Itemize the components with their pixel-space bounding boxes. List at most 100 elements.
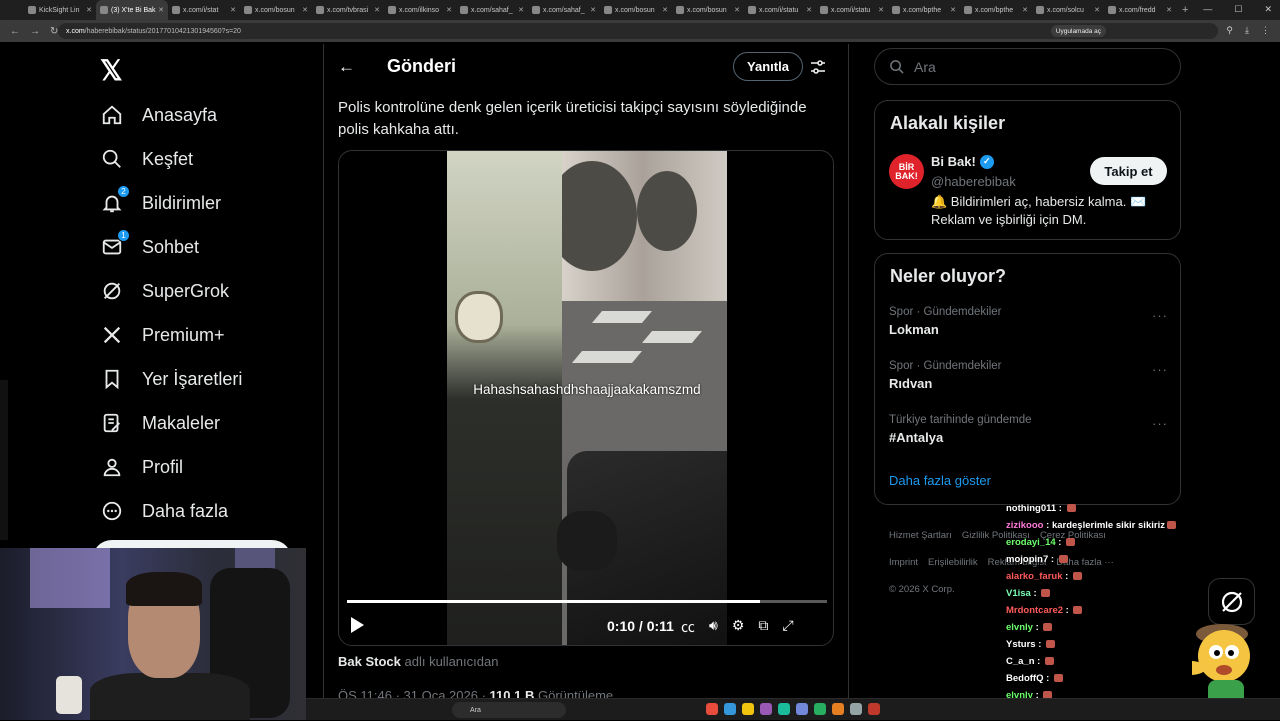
tab-close-icon[interactable]: ✕ [230,6,236,14]
browser-tab[interactable]: x.com/bosun ✕ [240,0,312,20]
tab-close-icon[interactable]: ✕ [734,6,740,14]
tab-close-icon[interactable]: ✕ [374,6,380,14]
extensions-icon[interactable]: ⚲ [1226,25,1233,36]
tab-close-icon[interactable]: ✕ [1022,6,1028,14]
footer-link[interactable]: Hizmet Şartları [889,530,952,541]
app-icon[interactable] [724,703,736,715]
app-icon[interactable] [760,703,772,715]
nav-item-6[interactable]: Premium+ [100,323,225,347]
crosswalk-stripe [591,311,653,323]
open-in-app-button[interactable]: Uygulamada aç [1050,25,1106,37]
browser-tab[interactable]: x.com/bpthe ✕ [888,0,960,20]
chat-user: V1isa [1006,588,1031,599]
app-icon[interactable] [796,703,808,715]
tab-label: x.com/solcu [1047,6,1084,14]
more-dots-icon[interactable]: ··· [1152,362,1168,377]
tab-close-icon[interactable]: ✕ [662,6,668,14]
browser-tab[interactable]: x.com/solcu ✕ [1032,0,1104,20]
nav-item-7[interactable]: Yer İşaretleri [100,367,242,391]
browser-tab[interactable]: x.com/bosun ✕ [600,0,672,20]
browser-tab[interactable]: x.com/fredd ✕ [1104,0,1176,20]
browser-tab[interactable]: x.com/i/statu ✕ [816,0,888,20]
browser-tab[interactable]: x.com/bosun ✕ [672,0,744,20]
play-icon[interactable] [351,617,364,633]
nav-item-9[interactable]: Profil [100,455,183,479]
trend-item[interactable]: Spor · Gündemdekiler Lokman [889,306,1149,337]
emote-icon [1072,572,1082,581]
nav-item-3[interactable]: 2 Bildirimler [100,185,221,215]
app-icon[interactable] [850,703,862,715]
taskbar-search[interactable]: Ara [452,702,566,718]
nav-item-5[interactable]: SuperGrok [100,279,229,303]
related-handle[interactable]: @haberebibak [931,174,1016,189]
nav-item-8[interactable]: Makaleler [100,411,220,435]
app-icon[interactable] [778,703,790,715]
browser-tab[interactable]: x.com/tvbrasi ✕ [312,0,384,20]
nav-item-10[interactable]: Daha fazla [100,499,228,523]
nav-item-4[interactable]: 1 Sohbet [100,229,199,259]
tab-close-icon[interactable]: ✕ [518,6,524,14]
footer-link[interactable]: Imprint [889,557,918,568]
reply-button[interactable]: Yanıtla [733,52,803,81]
browser-tab[interactable]: (3) X'te Bi Bak ✕ [96,0,168,20]
page-title: Gönderi [387,56,457,76]
tab-close-icon[interactable]: ✕ [1166,6,1172,14]
tab-close-icon[interactable]: ✕ [590,6,596,14]
browser-tab[interactable]: KickSight Lin ✕ [24,0,96,20]
browser-tab[interactable]: x.com/sahaf_ ✕ [456,0,528,20]
app-icon[interactable] [742,703,754,715]
window-controls[interactable]: — ☐ ✕ [1203,4,1272,15]
url-field[interactable]: x.com/haberebibak/status/201770104213019… [58,23,1218,39]
home-icon [100,103,124,127]
show-more-link[interactable]: Daha fazla göster [889,473,991,488]
tab-close-icon[interactable]: ✕ [446,6,452,14]
app-icon[interactable] [814,703,826,715]
more-dots-icon[interactable]: ··· [1152,416,1168,431]
app-icon[interactable] [868,703,880,715]
gear-icon[interactable]: ⚙ [732,617,745,637]
tab-close-icon[interactable]: ✕ [878,6,884,14]
app-icon[interactable] [832,703,844,715]
tab-close-icon[interactable]: ✕ [302,6,308,14]
browser-tab[interactable]: x.com/ilkinso ✕ [384,0,456,20]
download-icon[interactable]: ⤓ [1245,25,1249,36]
video-player[interactable]: Hahashsahashdhshaajjaakakamszmd 0:10 / 0… [338,150,834,646]
new-tab-icon[interactable]: + [1182,4,1188,16]
volume-icon[interactable]: 🔊︎ [709,617,718,637]
fullscreen-icon[interactable]: ⤢ [782,617,793,637]
tab-close-icon[interactable]: ✕ [950,6,956,14]
app-icon[interactable] [706,703,718,715]
mascot-sticker [1174,612,1258,712]
back-icon[interactable]: ← [10,26,20,37]
nav-item-1[interactable]: Anasayfa [100,103,217,127]
related-name[interactable]: Bi Bak! ✓ [931,154,994,169]
avatar[interactable]: BİR BAK! [889,154,924,189]
side-strip [0,380,8,540]
attribution-name[interactable]: Bak Stock [338,654,401,669]
tab-close-icon[interactable]: ✕ [158,6,164,14]
search-input[interactable]: Ara [874,48,1181,85]
browser-tab[interactable]: x.com/i/statu ✕ [744,0,816,20]
browser-tab[interactable]: x.com/bpthe ✕ [960,0,1032,20]
tab-close-icon[interactable]: ✕ [86,6,92,14]
tab-close-icon[interactable]: ✕ [1094,6,1100,14]
captions-icon[interactable]: ㏄ [681,617,695,637]
settings-sliders-icon[interactable] [809,58,827,81]
chat-user: BedoffQ [1006,673,1044,684]
video-progress-bar[interactable] [347,600,827,603]
menu-icon[interactable]: ⋮ [1261,25,1270,36]
nav-label: Anasayfa [142,104,218,125]
follow-button[interactable]: Takip et [1090,157,1167,185]
trend-item[interactable]: Spor · Gündemdekiler Rıdvan [889,360,1149,391]
more-dots-icon[interactable]: ··· [1152,308,1168,323]
browser-tab[interactable]: x.com/sahaf_ ✕ [528,0,600,20]
back-arrow-icon[interactable]: ← [338,57,355,77]
pip-icon[interactable]: ⧉ [758,617,768,637]
browser-tab[interactable]: x.com/i/stat ✕ [168,0,240,20]
tab-close-icon[interactable]: ✕ [806,6,812,14]
footer-link[interactable]: Erişilebilirlik [928,557,978,568]
trend-item[interactable]: Türkiye tarihinde gündemde #Antalya [889,414,1149,445]
x-logo-icon[interactable]: 𝕏 [100,54,123,87]
nav-item-2[interactable]: Keşfet [100,147,193,171]
forward-icon[interactable]: → [30,26,40,37]
